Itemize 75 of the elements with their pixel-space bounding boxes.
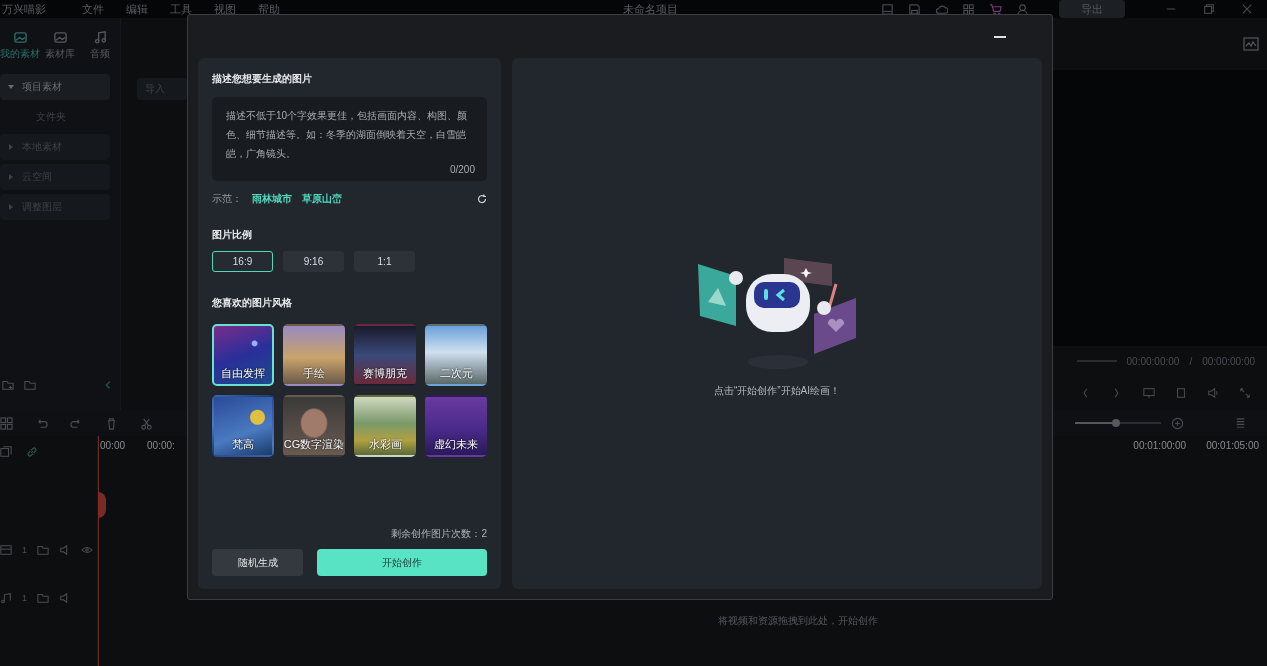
fullscreen-icon[interactable] [1239,387,1251,399]
media-tab[interactable]: 音频 [80,30,120,70]
volume-icon[interactable] [1207,387,1219,399]
random-generate-button[interactable]: 随机生成 [212,549,303,576]
caret-icon [8,174,14,180]
music-note-icon [92,30,108,45]
section-heading: 图片比例 [212,228,253,242]
style-thumbnail[interactable]: CG数字渲染 [283,395,345,457]
remaining-count: 剩余创作图片次数：2 [390,527,487,541]
style-thumbnail[interactable]: 手绘 [283,324,345,386]
style-thumbnail[interactable]: 虚幻未来 [425,395,487,457]
save-icon[interactable] [908,2,921,16]
media-tab[interactable]: 我的素材 [0,30,40,70]
media-tab[interactable]: 素材库 [40,30,80,70]
current-time: 00:00:00:00 [1126,355,1180,367]
video-track-icon[interactable] [0,544,12,556]
user-icon[interactable] [1016,2,1029,16]
add-track-icon[interactable] [0,446,12,458]
layout-icon[interactable] [881,2,894,16]
section-heading: 您喜欢的图片风格 [212,296,293,310]
menu-item[interactable]: 文件 [82,1,104,17]
time-separator: / [1189,355,1193,367]
menu-item[interactable]: 帮助 [258,1,280,17]
track-number: 1 [22,545,27,555]
track-layout-icon[interactable] [1234,416,1247,430]
image-icon [12,30,28,45]
hint-text: 点击“开始创作”开始AI绘画！ [713,384,841,398]
drop-hint: 将视频和资源拖拽到此处，开始创作 [716,614,879,628]
ruler-label: 00:01:05:00 [1206,440,1259,453]
project-title: 未命名项目 [622,1,678,17]
music-note-icon[interactable] [0,592,12,604]
style-thumbnail[interactable]: 二次元 [425,324,487,386]
ratio-option[interactable]: 16:9 [212,251,273,272]
new-folder-icon[interactable] [2,379,14,391]
track-number: 1 [22,593,27,603]
examples-label: 示范： [212,192,242,206]
caret-icon [8,144,14,150]
char-counter: 0/200 [448,164,476,177]
ratio-option[interactable]: 1:1 [354,251,415,272]
scissors-icon[interactable] [140,416,153,430]
section-heading: 描述您想要生成的图片 [212,72,313,86]
app-logo-text: 万兴喵影 [2,1,46,17]
ruler-label: 00:00: [147,440,175,453]
caret-icon [8,84,14,90]
menu-item[interactable]: 视图 [214,1,236,17]
layout-grid-icon[interactable] [0,416,13,430]
menu-item[interactable]: 工具 [170,1,192,17]
example-link[interactable]: 雨林城市 [252,192,292,206]
style-thumbnail[interactable]: 水彩画 [354,395,416,457]
refresh-icon[interactable] [477,194,487,204]
delete-icon[interactable] [105,416,118,430]
style-thumbnail[interactable]: 梵高 [212,395,274,457]
ruler-label: 00:00 [100,440,126,453]
restore-icon[interactable] [1203,3,1215,15]
monitor-icon[interactable] [1143,387,1155,399]
total-time: 00:00:00:00 [1202,355,1255,367]
example-link[interactable]: 草原山峦 [302,192,342,206]
menu-item[interactable]: 编辑 [126,1,148,17]
start-create-button[interactable]: 开始创作 [317,549,487,576]
eye-icon[interactable] [81,544,93,556]
style-thumbnail[interactable]: 自由发挥 [212,324,274,386]
caret-icon [8,204,14,210]
prompt-field[interactable]: 描述不低于10个字效果更佳，包括画面内容、构图、颜色、细节描述等。如：冬季的湖面倒映着天空，白雪皑皑，广角镜头。 0/200 [212,97,487,181]
playhead-handle[interactable] [98,492,106,518]
ratio-option[interactable]: 9:16 [283,251,344,272]
tree-item[interactable]: 项目素材 [0,74,110,100]
link-icon[interactable] [26,446,38,458]
folder-icon[interactable] [24,379,36,391]
close-icon[interactable] [1241,3,1253,15]
ruler-label: 00:01:00:00 [1133,440,1187,453]
grid-icon[interactable] [962,2,975,16]
style-thumbnail[interactable]: 赛博朋克 [354,324,416,386]
zoom-in-icon[interactable] [1171,416,1184,430]
zoom-slider[interactable] [1075,419,1161,427]
waveform-icon[interactable] [1243,37,1259,51]
